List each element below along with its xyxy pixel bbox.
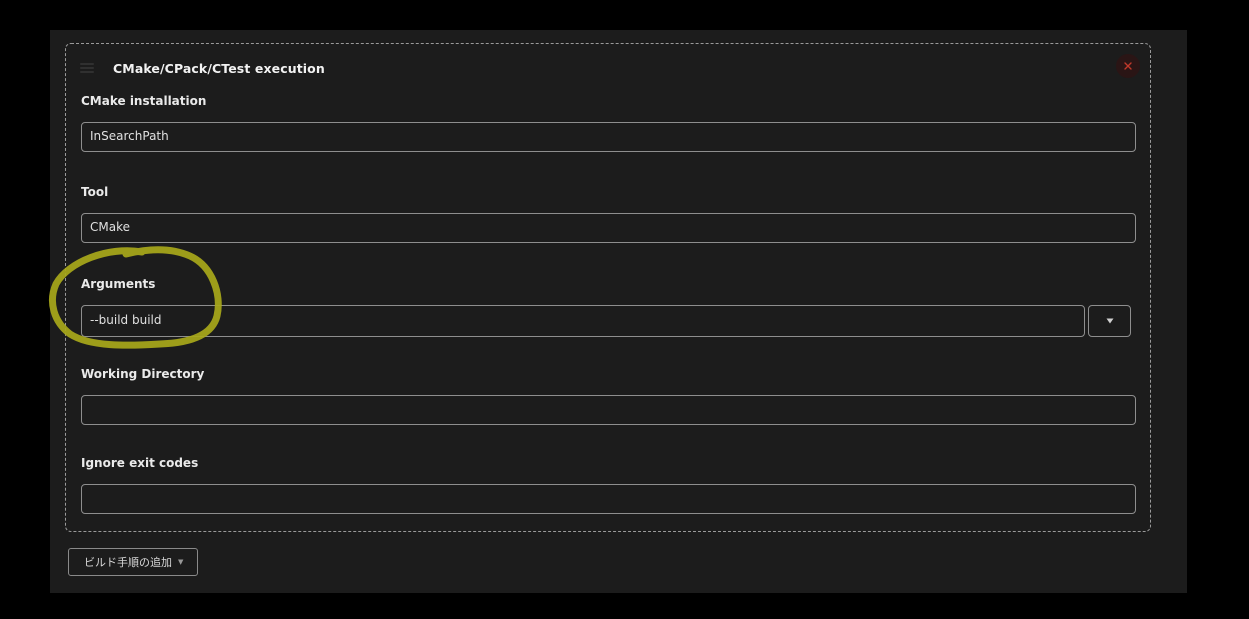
build-step-panel: CMake/CPack/CTest execution CMake instal… bbox=[50, 30, 1187, 593]
working-directory-label: Working Directory bbox=[81, 367, 205, 381]
drag-handle-icon[interactable] bbox=[80, 63, 94, 73]
step-header: CMake/CPack/CTest execution bbox=[80, 60, 325, 76]
ignore-exit-codes-field[interactable] bbox=[81, 484, 1136, 514]
tool-field[interactable]: CMake bbox=[81, 213, 1136, 243]
step-title: CMake/CPack/CTest execution bbox=[113, 60, 325, 76]
build-step-box: CMake/CPack/CTest execution CMake instal… bbox=[65, 43, 1151, 532]
chevron-down-icon: ▼ bbox=[178, 558, 184, 566]
arguments-label: Arguments bbox=[81, 277, 156, 291]
close-step-button[interactable] bbox=[1116, 54, 1140, 78]
cmake-installation-label: CMake installation bbox=[81, 94, 207, 108]
add-build-step-button[interactable]: ビルド手順の追加 ▼ bbox=[68, 548, 199, 576]
arguments-field[interactable]: --build build bbox=[81, 305, 1085, 337]
cmake-installation-field[interactable]: InSearchPath bbox=[81, 122, 1136, 152]
close-icon bbox=[1124, 62, 1132, 70]
triangle-down-icon bbox=[1106, 318, 1113, 324]
add-build-step-label: ビルド手順の追加 bbox=[84, 556, 172, 569]
working-directory-field[interactable] bbox=[81, 395, 1136, 425]
tool-label: Tool bbox=[81, 185, 109, 199]
ignore-exit-codes-label: Ignore exit codes bbox=[81, 456, 199, 470]
arguments-dropdown-button[interactable] bbox=[1088, 305, 1131, 337]
